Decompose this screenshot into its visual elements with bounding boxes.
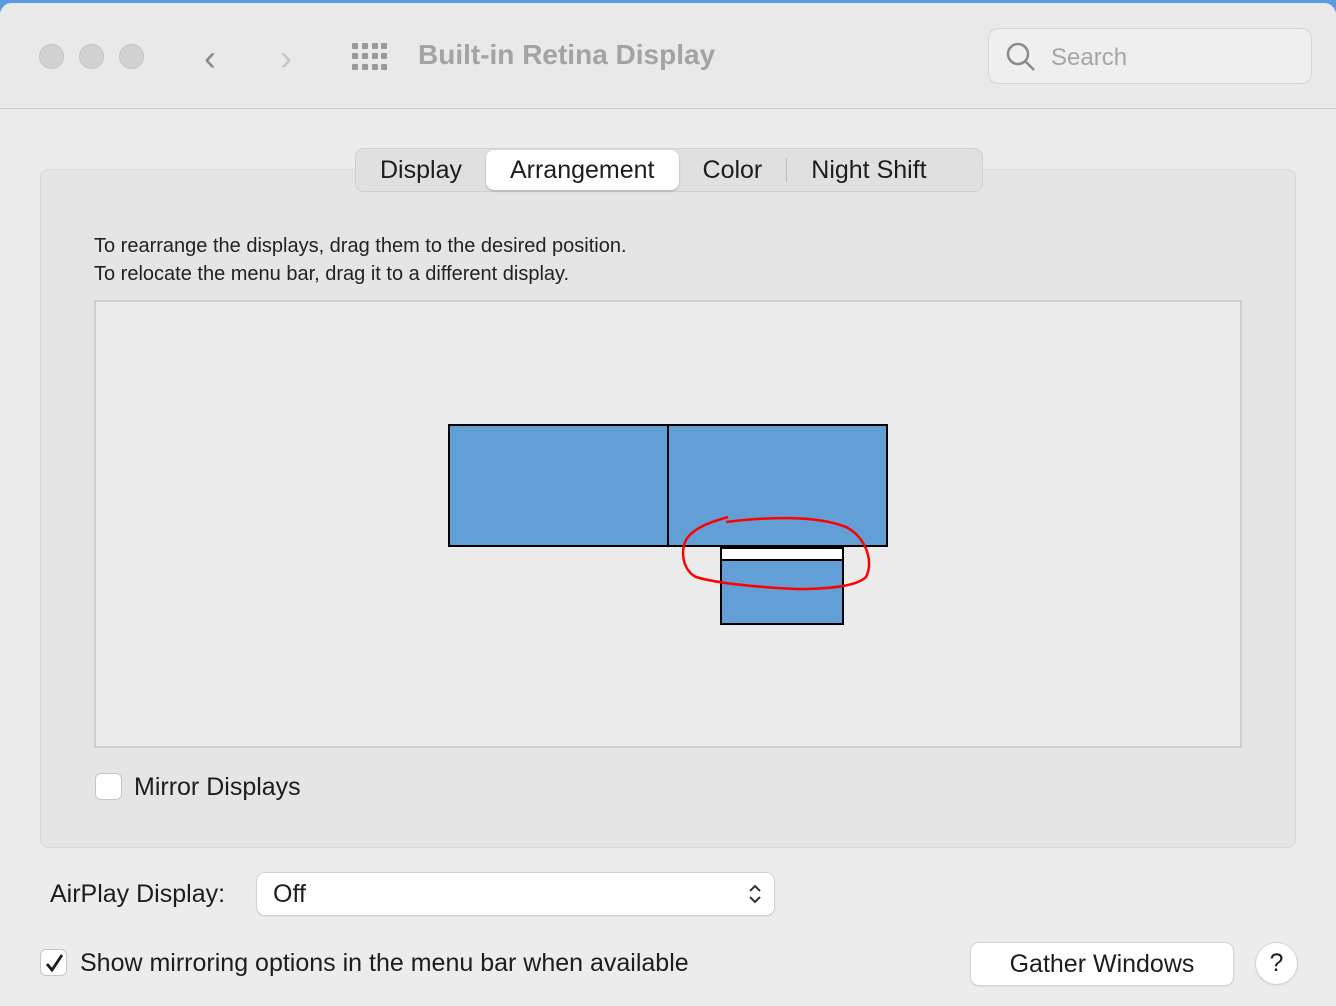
close-button[interactable]	[39, 44, 64, 69]
checkmark-icon	[45, 954, 64, 973]
instruction-text: To rearrange the displays, drag them to …	[94, 235, 627, 257]
tab-display[interactable]: Display	[356, 150, 486, 190]
tab-arrangement[interactable]: Arrangement	[485, 150, 679, 190]
airplay-display-select[interactable]: Off	[257, 873, 774, 915]
gather-windows-button[interactable]: Gather Windows	[971, 943, 1233, 985]
show-mirroring-label: Show mirroring options in the menu bar w…	[80, 949, 689, 977]
mirror-displays-label: Mirror Displays	[134, 773, 301, 801]
search-placeholder: Search	[1051, 44, 1128, 71]
display-arrangement-area	[94, 300, 1242, 748]
tab-night-shift[interactable]: Night Shift	[787, 150, 950, 190]
airplay-label: AirPlay Display:	[50, 880, 226, 908]
instruction-text: To relocate the menu bar, drag it to a d…	[94, 263, 570, 285]
airplay-value: Off	[273, 880, 306, 908]
search-icon	[1006, 42, 1035, 71]
minimize-button[interactable]	[79, 44, 104, 69]
red-annotation-circle	[681, 515, 871, 591]
display-left[interactable]	[448, 424, 669, 547]
search-field[interactable]: Search	[988, 28, 1312, 84]
window-title: Built-in Retina Display	[418, 39, 716, 70]
tab-color[interactable]: Color	[679, 150, 787, 190]
show-mirroring-checkbox[interactable]	[40, 949, 67, 976]
help-button[interactable]: ?	[1256, 943, 1297, 984]
show-all-grid-icon[interactable]	[352, 43, 388, 71]
back-chevron-icon[interactable]: ‹	[204, 37, 216, 79]
title-bar: ‹ › Built-in Retina Display Search	[0, 3, 1336, 109]
updown-chevron-icon	[749, 884, 761, 904]
zoom-button[interactable]	[119, 44, 144, 69]
forward-chevron-icon[interactable]: ›	[280, 37, 292, 79]
system-preferences-window: ‹ › Built-in Retina Display Search Displ…	[0, 3, 1336, 1006]
tab-bar: Display Arrangement Color Night Shift	[355, 148, 983, 192]
mirror-displays-checkbox[interactable]	[95, 773, 122, 800]
